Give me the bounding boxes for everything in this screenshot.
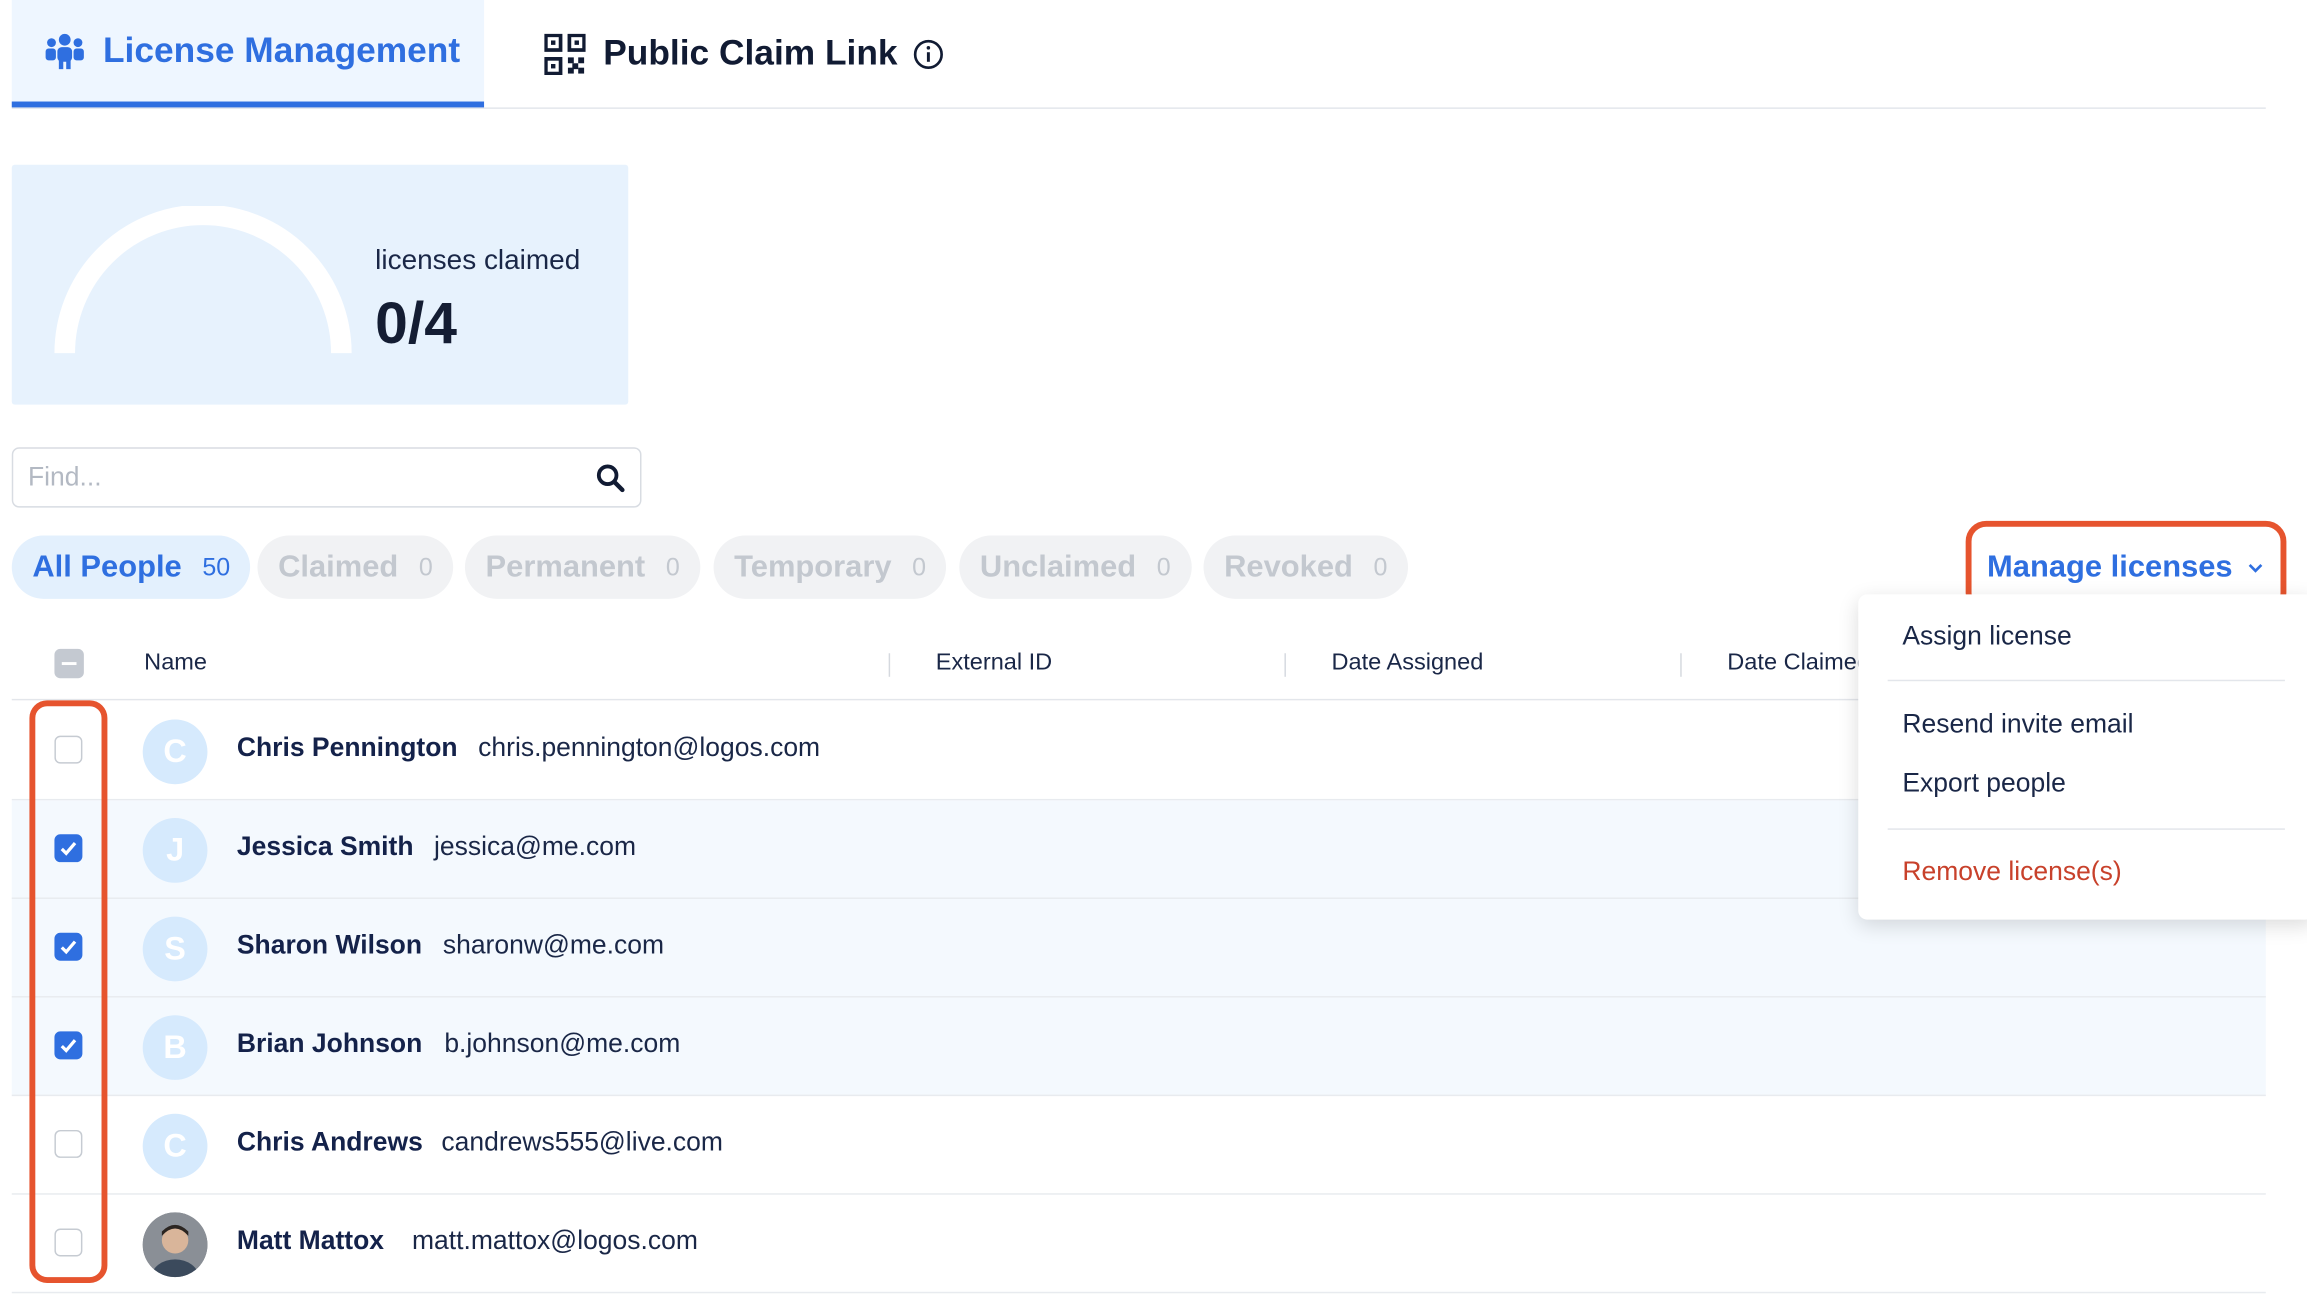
- claimed-gauge: [54, 205, 352, 354]
- table-row[interactable]: C Chris Andrews candrews555@live.com: [11, 1096, 2266, 1195]
- filter-count: 0: [1156, 552, 1171, 581]
- person-name[interactable]: Jessica Smith: [237, 831, 414, 862]
- filter-count: 0: [912, 552, 927, 581]
- filter-temporary[interactable]: Temporary 0: [713, 535, 947, 599]
- person-email: jessica@me.com: [434, 831, 637, 861]
- row-checkbox[interactable]: [54, 1228, 83, 1257]
- person-email: matt.mattox@logos.com: [411, 1225, 698, 1256]
- info-icon[interactable]: [912, 38, 944, 70]
- tab-license-management[interactable]: License Management: [11, 0, 485, 108]
- tab-public-label: Public Claim Link: [603, 33, 898, 73]
- menu-item-remove-licenses[interactable]: Remove license(s): [1902, 856, 2121, 887]
- avatar: J: [142, 818, 208, 883]
- avatar: C: [142, 719, 208, 785]
- license-management-page: License Management Public Claim Link lic…: [0, 0, 2307, 1298]
- filter-label: Permanent: [485, 549, 646, 584]
- licenses-claimed-value: 0/4: [375, 291, 457, 357]
- person-email: b.johnson@me.com: [444, 1028, 681, 1058]
- menu-item-export-people[interactable]: Export people: [1902, 768, 2065, 799]
- menu-item-resend-invite[interactable]: Resend invite email: [1902, 709, 2133, 740]
- menu-divider: [1887, 828, 2285, 830]
- filter-label: All People: [32, 549, 182, 584]
- column-header-external-id[interactable]: External ID: [936, 650, 1052, 676]
- search-input[interactable]: [27, 448, 588, 507]
- person-name[interactable]: Chris Andrews: [237, 1127, 423, 1158]
- column-divider[interactable]: [1680, 653, 1682, 677]
- person-name[interactable]: Chris Pennington: [237, 733, 458, 764]
- checkmark-icon: [60, 940, 77, 955]
- manage-licenses-menu: Assign license Resend invite email Expor…: [1858, 594, 2307, 920]
- people-icon: [44, 32, 85, 70]
- filter-count: 50: [202, 552, 231, 581]
- menu-divider: [1887, 679, 2285, 682]
- row-checkbox[interactable]: [54, 932, 83, 961]
- filter-count: 0: [665, 552, 680, 581]
- column-divider[interactable]: [888, 653, 891, 677]
- search-icon[interactable]: [596, 463, 625, 500]
- avatar: S: [142, 916, 208, 982]
- menu-item-assign-license[interactable]: Assign license: [1902, 621, 2071, 652]
- tab-bar: License Management Public Claim Link: [11, 0, 2266, 109]
- row-checkbox[interactable]: [54, 834, 83, 863]
- filter-all-people[interactable]: All People 50: [11, 535, 251, 599]
- chevron-down-icon: [2247, 561, 2265, 573]
- column-header-date-claimed[interactable]: Date Claimed: [1727, 650, 1870, 676]
- person-email: candrews555@live.com: [441, 1127, 723, 1157]
- qr-code-icon: [544, 33, 586, 75]
- filter-unclaimed[interactable]: Unclaimed 0: [959, 535, 1192, 599]
- filter-label: Unclaimed: [979, 549, 1137, 584]
- person-email: sharonw@me.com: [442, 929, 665, 960]
- avatar: C: [142, 1113, 208, 1179]
- row-checkbox[interactable]: [54, 1129, 83, 1158]
- person-name[interactable]: Matt Mattox: [237, 1226, 384, 1257]
- column-header-name[interactable]: Name: [144, 650, 207, 676]
- filter-claimed[interactable]: Claimed 0: [257, 535, 454, 599]
- tab-public-claim-link[interactable]: Public Claim Link: [544, 0, 944, 107]
- search-box: [11, 447, 642, 508]
- filter-revoked[interactable]: Revoked 0: [1203, 535, 1409, 599]
- filter-count: 0: [1373, 552, 1388, 581]
- filter-label: Claimed: [278, 549, 399, 584]
- row-checkbox[interactable]: [54, 1031, 83, 1060]
- tab-license-label: License Management: [102, 30, 461, 70]
- row-checkbox[interactable]: [54, 735, 83, 764]
- person-email: chris.pennington@logos.com: [478, 732, 821, 763]
- table-row[interactable]: B Brian Johnson b.johnson@me.com: [11, 997, 2266, 1097]
- person-name[interactable]: Brian Johnson: [237, 1028, 422, 1059]
- filter-count: 0: [418, 552, 433, 581]
- column-header-date-assigned[interactable]: Date Assigned: [1332, 650, 1484, 676]
- column-divider[interactable]: [1284, 653, 1286, 677]
- person-name[interactable]: Sharon Wilson: [237, 930, 422, 961]
- manage-licenses-label: Manage licenses: [1987, 549, 2233, 584]
- avatar: B: [142, 1015, 208, 1080]
- avatar-photo: [142, 1212, 208, 1278]
- filter-label: Temporary: [734, 549, 892, 584]
- licenses-summary-card: [11, 164, 629, 405]
- filter-permanent[interactable]: Permanent 0: [464, 535, 701, 599]
- table-row[interactable]: Matt Mattox matt.mattox@logos.com: [11, 1195, 2266, 1294]
- checkmark-icon: [60, 842, 77, 856]
- filter-label: Revoked: [1224, 549, 1353, 584]
- licenses-claimed-label: licenses claimed: [375, 245, 581, 277]
- checkmark-icon: [60, 1039, 77, 1053]
- select-all-checkbox[interactable]: [54, 648, 84, 679]
